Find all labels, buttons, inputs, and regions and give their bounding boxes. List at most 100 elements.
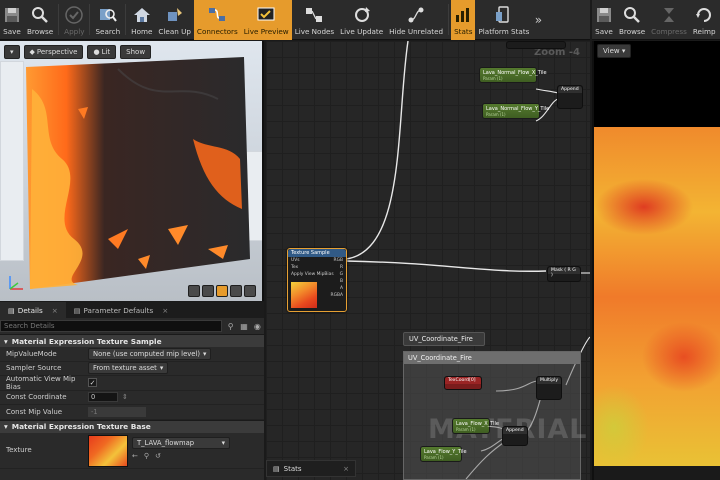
chevron-down-icon: ▾ <box>159 364 164 373</box>
comment-uv-coordinate-fire[interactable]: UV_Coordinate_Fire MATERIAL TexCoord[0] … <box>403 351 586 480</box>
property-mip-value-mode: MipValueMode None (use computed mip leve… <box>0 347 264 362</box>
stats-tab[interactable]: ▤ Stats × <box>266 460 356 477</box>
live-update-button[interactable]: Live Update <box>337 0 386 40</box>
auto-view-mip-bias-checkbox[interactable]: ✓ <box>88 378 97 388</box>
mip-value-mode-dropdown[interactable]: None (use computed mip level) ▾ <box>88 347 212 360</box>
plane-shape-icon[interactable] <box>216 285 228 297</box>
live-preview-button[interactable]: Live Preview <box>240 0 292 40</box>
chevron-down-icon: ▾ <box>4 336 8 346</box>
mask-node[interactable]: Mask ( R G ) <box>547 266 581 282</box>
reimport-icon <box>695 5 713 25</box>
close-icon[interactable]: × <box>343 465 349 473</box>
toolbar-overflow-icon[interactable]: » <box>532 0 544 39</box>
const-coordinate-input[interactable]: 0 <box>88 392 118 403</box>
toolbar-separator <box>58 4 60 35</box>
param-node-flow-y[interactable]: Lava_Flow_Y_Tile Param (1) <box>420 446 467 462</box>
texture-sample-preview <box>291 282 317 308</box>
section-texture-base[interactable]: ▾ Material Expression Texture Base <box>0 419 264 433</box>
chevron-down-icon: ▾ <box>10 48 14 56</box>
chevron-down-icon: ▾ <box>203 349 207 358</box>
stats-button[interactable]: Stats <box>451 0 476 40</box>
toolbar-separator <box>448 4 450 35</box>
chevron-down-icon: ▾ <box>4 422 8 431</box>
home-icon <box>133 5 151 25</box>
spin-icon[interactable]: ⇕ <box>122 393 128 401</box>
close-icon[interactable]: × <box>162 306 168 315</box>
axis-gizmo-icon <box>9 276 23 290</box>
browse-icon <box>31 5 49 25</box>
toolbar-separator <box>89 4 91 35</box>
const-mip-value-input[interactable]: -1 <box>88 406 146 417</box>
browse-asset-icon[interactable]: ⚲ <box>144 452 149 460</box>
save-button[interactable]: Save <box>0 0 24 40</box>
sphere-shape-icon[interactable] <box>202 285 214 297</box>
compress-button[interactable]: Compress <box>648 0 690 40</box>
teapot-shape-icon[interactable] <box>244 285 256 297</box>
live-nodes-icon <box>305 5 323 25</box>
param-node-flow-x[interactable]: Lava_Flow_X_Tile Param (1) <box>452 418 499 434</box>
param-node-normal-flow-x[interactable]: Lava_Normal_Flow_X_Tile Param (1) <box>479 67 547 83</box>
texcoord-node[interactable]: TexCoord[0] <box>444 376 482 390</box>
texture-thumbnail[interactable] <box>88 434 128 467</box>
lit-button[interactable]: ● Lit <box>87 45 117 59</box>
material-editor-window: Save Browse Apply Search Home Clean Up C… <box>0 0 720 480</box>
preview-status-bar <box>594 466 720 480</box>
clean-up-icon <box>166 5 184 25</box>
live-update-icon <box>353 5 371 25</box>
search-button[interactable]: Search <box>92 0 123 40</box>
search-details-input[interactable]: Search Details <box>0 320 222 332</box>
preview-shape-buttons <box>188 285 256 297</box>
connectors-icon <box>208 5 226 25</box>
reset-icon[interactable]: ↺ <box>155 452 161 460</box>
home-button[interactable]: Home <box>128 0 155 40</box>
preview-browse-button[interactable]: Browse <box>616 0 648 40</box>
close-icon[interactable]: × <box>52 306 58 315</box>
live-preview-icon <box>257 5 275 25</box>
texture-preview-image <box>594 127 720 467</box>
property-const-coordinate: Const Coordinate 0 ⇕ <box>0 391 264 405</box>
section-texture-sample[interactable]: ▾ Material Expression Texture Sample <box>0 334 264 347</box>
connectors-button[interactable]: Connectors <box>193 0 241 40</box>
sampler-source-dropdown[interactable]: From texture asset ▾ <box>88 362 169 375</box>
param-node-normal-flow-y[interactable]: Lava_Normal_Flow_Y_Tile Param (1) <box>482 103 549 119</box>
eye-visibility-icon[interactable]: ◉ <box>253 321 262 331</box>
cube-shape-icon[interactable] <box>230 285 242 297</box>
graph-node[interactable] <box>506 41 566 49</box>
texture-preview-panel[interactable]: View ▾ <box>592 41 720 480</box>
save-icon <box>595 5 613 25</box>
append-node[interactable]: Append <box>502 426 528 446</box>
show-button[interactable]: Show <box>120 45 152 59</box>
toolbar-separator <box>125 4 127 35</box>
texture-sample-node[interactable]: Texture Sample UVs RGB Tex R Apply View Mi… <box>287 248 347 312</box>
viewport-options-button[interactable]: ▾ <box>4 45 20 59</box>
view-dropdown[interactable]: View ▾ <box>597 44 632 58</box>
material-graph-canvas[interactable]: Zoom -4 Lava_Normal_Flow_X_Tile Param (1… <box>266 41 590 480</box>
hide-unrelated-icon <box>407 5 425 25</box>
perspective-icon: ◆ <box>29 48 35 56</box>
main-toolbar: Save Browse Apply Search Home Clean Up C… <box>0 0 590 40</box>
clean-up-button[interactable]: Clean Up <box>155 0 194 40</box>
live-nodes-button[interactable]: Live Nodes <box>292 0 337 40</box>
comment-bubble[interactable]: UV_Coordinate_Fire <box>403 332 485 346</box>
platform-stats-button[interactable]: Platform Stats <box>475 0 532 40</box>
texture-asset-dropdown[interactable]: T_LAVA_flowmap ▾ <box>132 436 230 449</box>
chevron-down-icon: ▾ <box>221 438 225 447</box>
grid-view-icon[interactable]: ▦ <box>239 321 248 331</box>
reimport-button[interactable]: Reimp <box>690 0 719 40</box>
lit-icon: ● <box>93 48 100 56</box>
perspective-button[interactable]: ◆ Perspective <box>23 45 84 59</box>
use-selected-arrow-icon[interactable]: ← <box>132 452 138 460</box>
preview-save-button[interactable]: Save <box>592 0 616 40</box>
tab-details[interactable]: ▤ Details × <box>0 302 66 318</box>
apply-button[interactable]: Apply <box>61 0 87 40</box>
browse-button[interactable]: Browse <box>24 0 56 40</box>
cylinder-shape-icon[interactable] <box>188 285 200 297</box>
hide-unrelated-button[interactable]: Hide Unrelated <box>386 0 446 40</box>
details-search-row: Search Details ⚲ ▦ ◉ <box>0 318 264 334</box>
details-tabs: ▤ Details × ▤ Parameter Defaults × <box>0 302 264 318</box>
append-node[interactable]: Append <box>557 85 583 109</box>
multiply-node[interactable]: Multiply <box>536 376 562 400</box>
viewport-toolbar: ▾ ◆ Perspective ● Lit Show <box>4 45 152 59</box>
tab-parameter-defaults[interactable]: ▤ Parameter Defaults × <box>66 302 177 318</box>
material-preview-viewport[interactable]: ▾ ◆ Perspective ● Lit Show <box>0 41 264 301</box>
